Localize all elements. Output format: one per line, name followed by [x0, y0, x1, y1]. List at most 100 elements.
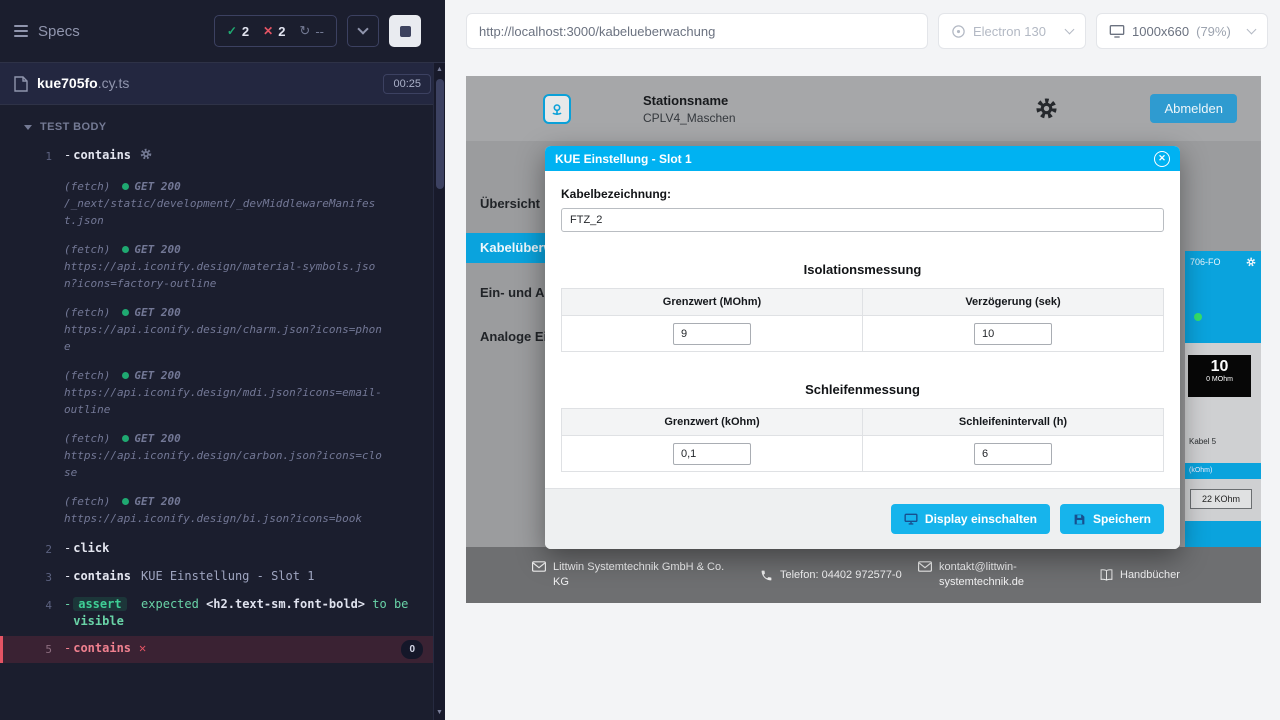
- fail-x-icon: ✕: [139, 640, 146, 657]
- fetch-method: GET: [134, 306, 154, 319]
- mail-icon: [532, 561, 546, 572]
- command-method: click: [73, 540, 109, 557]
- fetch-url: https://api.iconify.design/bi.json?icons…: [64, 510, 382, 527]
- command-method: contains: [73, 640, 131, 657]
- fetch-method: GET: [134, 180, 154, 193]
- command-number: 3: [0, 568, 52, 586]
- app-header: Stationsname CPLV4_Maschen Abmelden: [466, 76, 1261, 141]
- stat-pending: ↻ --: [299, 23, 324, 39]
- electron-icon: [951, 24, 966, 39]
- fetch-method: GET: [134, 369, 154, 382]
- grenzwert-kohm-input[interactable]: [673, 443, 751, 465]
- fetch-log[interactable]: (fetch)GET 200 /_next/static/development…: [0, 175, 433, 232]
- kabel-bezeichnung-input[interactable]: [561, 208, 1164, 232]
- speichern-button[interactable]: Speichern: [1060, 504, 1164, 534]
- command-number: 5: [3, 640, 52, 658]
- logout-button[interactable]: Abmelden: [1150, 94, 1237, 123]
- close-icon[interactable]: ✕: [1154, 151, 1170, 167]
- runner-header: Specs ✓ 2 ✕ 2 ↻ --: [0, 0, 445, 63]
- url-input[interactable]: http://localhost:3000/kabelueberwachung: [466, 13, 928, 49]
- fetch-log[interactable]: (fetch)GET 200 https://api.iconify.desig…: [0, 301, 433, 358]
- display-einschalten-button[interactable]: Display einschalten: [891, 504, 1050, 534]
- stat-passed: ✓ 2: [227, 24, 249, 39]
- command-dash: [64, 596, 71, 613]
- spec-name: kue705fo: [37, 75, 98, 91]
- command-row-contains-1[interactable]: 1 contains: [0, 143, 433, 169]
- scroll-up-icon[interactable]: ▲: [436, 63, 443, 77]
- fetch-log[interactable]: (fetch)GET 200 https://api.iconify.desig…: [0, 427, 433, 484]
- mail-icon: [918, 561, 932, 572]
- footer-company: Littwin Systemtechnik GmbH & Co. KG: [532, 560, 760, 590]
- fetch-url: https://api.iconify.design/carbon.json?i…: [64, 447, 382, 481]
- cypress-runner-panel: Specs ✓ 2 ✕ 2 ↻ --: [0, 0, 445, 720]
- fetch-log[interactable]: (fetch)GET 200 https://api.iconify.desig…: [0, 364, 433, 421]
- assert-state: visible: [73, 614, 124, 628]
- status-dot-icon: [122, 183, 129, 190]
- footer-phone: Telefon: 04402 972577-0: [760, 568, 918, 583]
- kabel-label: Kabel 5: [1189, 437, 1216, 446]
- fetch-status: 200: [161, 180, 181, 193]
- kabel-bezeichnung-label: Kabelbezeichnung:: [561, 187, 1164, 201]
- collapse-log-button[interactable]: [347, 15, 379, 47]
- scroll-down-icon[interactable]: ▼: [436, 706, 443, 720]
- card-title: 706-FO: [1190, 257, 1221, 267]
- failed-count: 2: [278, 24, 285, 39]
- runner-scrollbar[interactable]: ▲ ▼: [433, 63, 445, 720]
- scrollbar-thumb[interactable]: [436, 79, 444, 189]
- book-icon: [1100, 569, 1113, 581]
- modal-header: KUE Einstellung - Slot 1 ✕: [545, 146, 1180, 171]
- chevron-down-icon: [357, 23, 368, 34]
- spec-extension: .cy.ts: [98, 75, 130, 91]
- command-number: 2: [0, 540, 52, 558]
- fetch-status: 200: [161, 369, 181, 382]
- footer-manuals[interactable]: Handbücher: [1100, 568, 1180, 583]
- status-dot-icon: [122, 498, 129, 505]
- fetch-status: 200: [161, 243, 181, 256]
- command-row-contains-2[interactable]: 3 contains KUE Einstellung - Slot 1: [0, 564, 433, 590]
- stop-tests-button[interactable]: [389, 15, 421, 47]
- status-dot-icon: [122, 435, 129, 442]
- fetch-url: https://api.iconify.design/mdi.json?icon…: [64, 384, 382, 418]
- command-dash: [64, 147, 71, 164]
- fetch-status: 200: [161, 495, 181, 508]
- verzoegerung-sek-input[interactable]: [974, 323, 1052, 345]
- command-number: 4: [0, 596, 52, 614]
- settings-gear-icon[interactable]: [1035, 97, 1058, 120]
- stat-failed: ✕ 2: [263, 24, 285, 39]
- viewport-select[interactable]: 1000x660 (79%): [1096, 13, 1268, 49]
- status-dot-icon: [122, 246, 129, 253]
- modal-body: Kabelbezeichnung: Isolationsmessung Gren…: [545, 171, 1180, 472]
- fetch-method: GET: [134, 432, 154, 445]
- pending-count: --: [315, 24, 324, 39]
- specs-toggle[interactable]: Specs: [14, 22, 80, 40]
- command-row-assert[interactable]: 4 assert expected <h2.text-sm.font-bold>…: [0, 592, 433, 634]
- isolationsmessung-title: Isolationsmessung: [561, 262, 1164, 277]
- spec-file-row[interactable]: kue705fo.cy.ts 00:25: [0, 63, 445, 105]
- assert-expected: expected: [141, 597, 199, 611]
- assert-badge: assert: [73, 597, 126, 611]
- app-under-test: Stationsname CPLV4_Maschen Abmelden Über…: [466, 76, 1261, 603]
- gear-icon[interactable]: [1246, 257, 1256, 267]
- column-header: Grenzwert (kOhm): [562, 409, 863, 436]
- fetch-log[interactable]: (fetch)GET 200 https://api.iconify.desig…: [0, 238, 433, 295]
- test-stats: ✓ 2 ✕ 2 ↻ --: [214, 15, 337, 47]
- station-label: Stationsname: [643, 93, 736, 108]
- document-icon: [14, 76, 28, 92]
- schleifenintervall-input[interactable]: [974, 443, 1052, 465]
- fetch-method: GET: [134, 495, 154, 508]
- browser-toolbar: http://localhost:3000/kabelueberwachung …: [445, 0, 1280, 62]
- fetch-log[interactable]: (fetch)GET 200 https://api.iconify.desig…: [0, 490, 433, 530]
- browser-select[interactable]: Electron 130: [938, 13, 1086, 49]
- command-row-contains-failed[interactable]: 5 contains ✕ 0: [0, 636, 433, 663]
- grenzwert-mohm-input[interactable]: [673, 323, 751, 345]
- command-dash: [64, 640, 71, 657]
- kue-card-partial: 706-FO 10 0 MOhm Kabel 5 (kOhm) 22 KOhm: [1185, 251, 1261, 547]
- isolationsmessung-table: Grenzwert (MOhm) Verzögerung (sek): [561, 288, 1164, 352]
- spec-timer: 00:25: [383, 74, 431, 94]
- suite-label: TEST BODY: [40, 121, 107, 133]
- command-row-click[interactable]: 2 click: [0, 536, 433, 562]
- caret-down-icon: [24, 125, 32, 130]
- specs-label: Specs: [38, 23, 80, 40]
- status-dot-icon: [122, 309, 129, 316]
- suite-test-body[interactable]: TEST BODY: [0, 113, 433, 141]
